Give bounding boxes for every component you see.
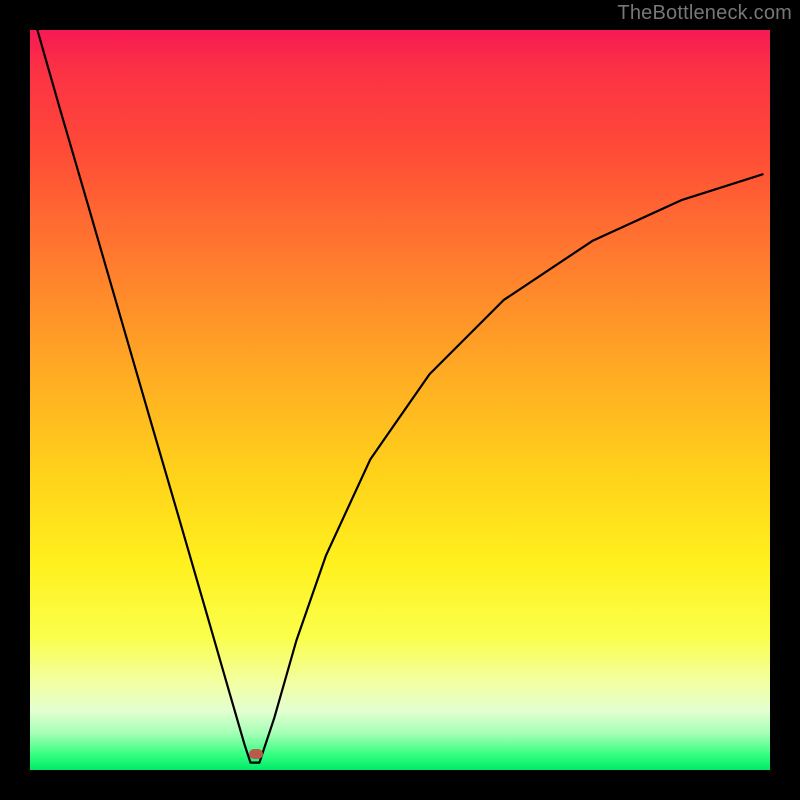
outer-frame: TheBottleneck.com xyxy=(0,0,800,800)
plot-area xyxy=(30,30,770,770)
watermark-text: TheBottleneck.com xyxy=(617,2,792,25)
bottleneck-curve xyxy=(30,30,770,770)
curve-path xyxy=(37,30,762,763)
optimum-marker xyxy=(249,749,263,759)
